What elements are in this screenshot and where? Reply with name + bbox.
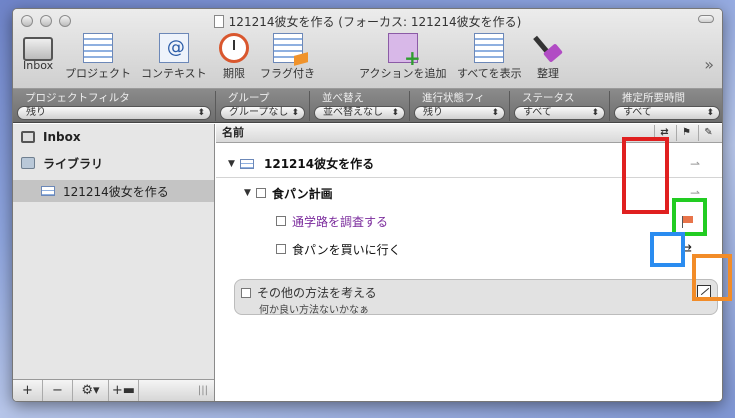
app-window: 121214彼女を作る (フォーカス: 121214彼女を作る) Inbox プ… [12,8,723,402]
add-item-button[interactable]: + [13,379,43,401]
status-filter: ステータス すべて [510,91,610,121]
group-filter-select[interactable]: グループなし [220,106,305,120]
toolbar: Inbox プロジェクト コンテキスト 期限 フラグ付き アクションを追加 [13,33,722,87]
inbox-icon [23,37,54,61]
sidebar-footer: + − ⚙▾ +▬ ||| [13,379,214,401]
flag-column-icon[interactable]: ⚑ [676,125,696,141]
sort-filter: 並べ替え 並べ替えなし [310,91,410,121]
title-bar: 121214彼女を作る (フォーカス: 121214彼女を作る) Inbox プ… [13,9,722,89]
inbox-icon [21,131,35,143]
task-checkbox[interactable] [276,244,286,254]
flag-icon [272,33,303,63]
progress-filter-select[interactable]: 残り [414,106,505,120]
broom-icon [533,33,563,63]
disclosure-triangle-icon[interactable]: ▼ [244,188,256,198]
toolbar-inbox-button[interactable]: Inbox [23,33,53,72]
task-checkbox[interactable] [276,216,286,226]
sidebar-item-library[interactable]: ライブラリ [13,150,214,176]
status-arrow-icon: ⇀ [689,156,700,171]
toolbar-flagged-button[interactable]: フラグ付き [260,33,315,81]
sort-filter-select[interactable]: 並べ替えなし [314,106,405,120]
toolbar-overflow-button[interactable]: » [704,55,714,74]
group-filter: グループ グループなし [216,91,310,121]
toolbar-toggle-button[interactable] [698,15,714,23]
toolbar-due-button[interactable]: 期限 [219,33,249,81]
project-filter-select[interactable]: 残り [17,106,211,120]
duration-filter-select[interactable]: すべて [614,106,720,120]
add-folder-button[interactable]: +▬ [109,379,139,401]
sidebar-item-inbox[interactable]: Inbox [13,124,214,150]
show-all-icon [474,33,505,63]
project-icon [240,158,254,169]
folder-icon [21,157,35,169]
task-checkbox[interactable] [241,287,251,298]
group-filter-label: グループ [228,92,270,104]
context-icon [158,33,189,63]
add-action-icon [387,33,421,70]
toolbar-project-button[interactable]: プロジェクト [65,33,131,81]
project-filter: プロジェクトフィルタ 残り [13,91,216,121]
sidebar-item-project[interactable]: 121214彼女を作る [13,180,214,202]
resize-grip-icon[interactable]: ||| [198,385,208,396]
toolbar-clean-up-button[interactable]: 整理 [533,33,563,81]
annotation-box-blue [650,232,685,267]
annotation-box-orange [692,254,732,301]
document-icon [213,15,224,28]
filter-bar: プロジェクトフィルタ 残り グループ グループなし 並べ替え 並べ替えなし 進行… [13,89,722,123]
duration-filter: 推定所要時間 すべて [610,91,722,121]
annotation-box-red [622,137,669,214]
task-note: 何か良い方法ないかなぁ [259,305,369,316]
annotation-box-green [672,198,707,236]
window-title: 121214彼女を作る (フォーカス: 121214彼女を作る) [13,13,722,30]
progress-filter: 進行状態フィ 残り [410,91,510,121]
note-column-icon[interactable]: ✎ [698,125,718,141]
toolbar-add-action-button[interactable]: アクションを追加 [359,33,446,81]
disclosure-triangle-icon[interactable]: ▼ [228,159,240,169]
toolbar-context-button[interactable]: コンテキスト [141,33,207,81]
outline-row-task3[interactable]: その他の方法を考える 何か良い方法ないかなぁ [234,279,718,316]
toolbar-show-all-button[interactable]: すべてを表示 [457,33,522,81]
clock-icon [219,33,249,63]
project-icon [83,33,113,63]
outline-row-task2[interactable]: 食パンを買いに行く ⇄ [216,235,722,263]
sidebar: Inbox ライブラリ 121214彼女を作る + − ⚙▾ +▬ ||| [13,124,215,401]
project-icon [41,186,55,196]
task-checkbox[interactable] [256,188,266,198]
action-menu-button[interactable]: ⚙▾ [73,379,109,401]
remove-item-button[interactable]: − [43,379,73,401]
status-filter-select[interactable]: すべて [514,106,605,120]
